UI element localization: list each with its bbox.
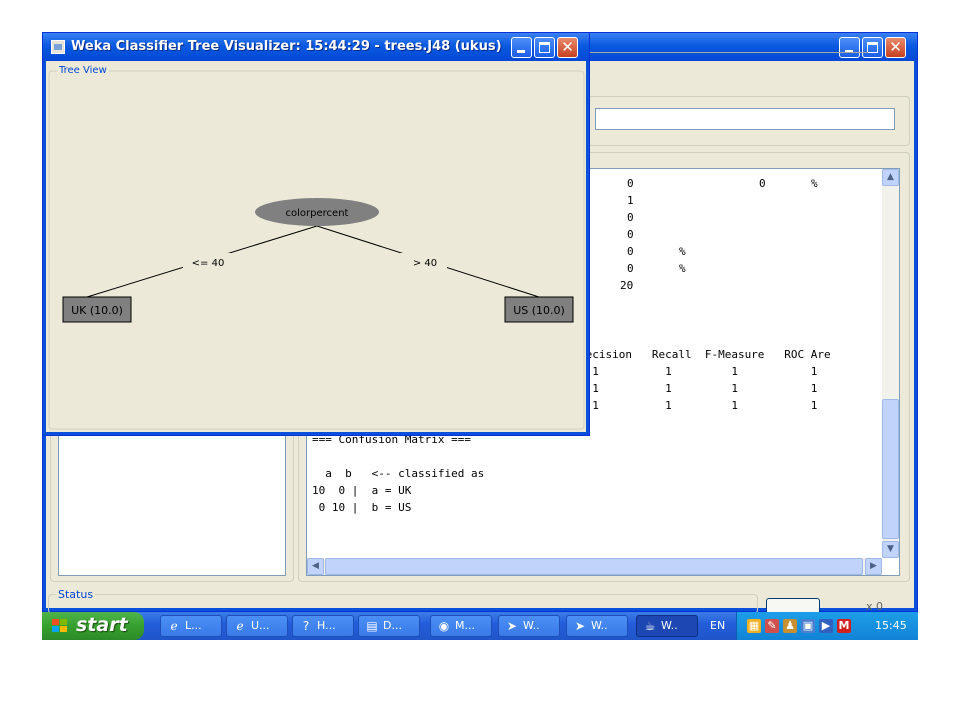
detail-header: recision Recall F-Measure ROC Are xyxy=(579,348,831,361)
clock[interactable]: 15:45 xyxy=(875,619,907,632)
minimize-button[interactable] xyxy=(839,37,860,58)
tab-strip-divider xyxy=(548,52,868,53)
maximize-button[interactable] xyxy=(862,37,883,58)
taskbar-button-active[interactable]: ☕ W.. xyxy=(636,615,698,637)
tray-user-icon[interactable]: ♟ xyxy=(783,619,797,633)
classifier-config-field[interactable] xyxy=(595,108,895,130)
output-value: 20 xyxy=(620,279,634,292)
leaf-node-left-label: UK (10.0) xyxy=(71,304,123,317)
output-value: 0 xyxy=(627,228,634,241)
chevron-left-icon: ◀ xyxy=(312,561,319,571)
vertical-scrollbar[interactable]: ▲ ▼ xyxy=(882,169,899,558)
taskbar-button-label: W.. xyxy=(591,619,608,632)
output-value: 0 xyxy=(759,177,766,190)
output-value: 0 xyxy=(627,245,634,258)
start-label: start xyxy=(76,614,128,636)
detail-row: 1 1 1 1 xyxy=(579,399,818,412)
taskbar-button-label: W.. xyxy=(523,619,540,632)
taskbar-button-label: L... xyxy=(185,619,202,632)
leaf-node-right-label: US (10.0) xyxy=(513,304,565,317)
taskbar-button-label: U... xyxy=(251,619,270,632)
help-icon: ? xyxy=(302,619,310,633)
taskbar-button-label: H... xyxy=(317,619,336,632)
output-percent: % xyxy=(679,262,686,275)
horizontal-scrollbar[interactable]: ◀ ▶ xyxy=(307,558,882,575)
vertical-scroll-thumb[interactable] xyxy=(882,399,899,539)
start-button[interactable]: start xyxy=(42,612,144,640)
confusion-matrix-row: 0 10 | b = US xyxy=(312,501,412,514)
chevron-up-icon: ▲ xyxy=(887,172,894,182)
taskbar-button-label: M... xyxy=(455,619,475,632)
tray-network-icon[interactable]: ▣ xyxy=(801,619,815,633)
taskbar-button-label: W.. xyxy=(661,619,678,632)
tree-visualizer-window: Weka Classifier Tree Visualizer: 15:44:2… xyxy=(42,32,590,436)
weka-bird-icon: ➤ xyxy=(574,619,586,633)
tree-view-label: Tree View xyxy=(57,65,109,76)
maximize-icon xyxy=(867,42,878,53)
output-value: 1 xyxy=(627,194,634,207)
horizontal-scroll-thumb[interactable] xyxy=(325,558,863,575)
output-percent: % xyxy=(811,177,818,190)
detail-row: 1 1 1 1 xyxy=(579,382,818,395)
ie-icon: ℯ xyxy=(236,619,244,633)
close-icon: ✕ xyxy=(889,38,902,56)
tree-view-canvas[interactable]: <= 40 > 40 colorpercent UK (10.0) US (10… xyxy=(43,33,591,437)
scroll-left-button[interactable]: ◀ xyxy=(307,558,324,575)
chevron-right-icon: ▶ xyxy=(870,561,877,571)
status-label: Status xyxy=(56,588,96,601)
language-indicator[interactable]: EN xyxy=(710,619,725,632)
tray-m-icon[interactable]: M xyxy=(837,619,851,633)
edge-label-right: > 40 xyxy=(413,258,437,269)
close-button[interactable]: ✕ xyxy=(885,37,906,58)
taskbar-button[interactable]: ➤ W.. xyxy=(498,615,560,637)
media-icon: ◉ xyxy=(438,619,450,633)
root-node-label: colorpercent xyxy=(286,208,349,219)
output-value: 0 xyxy=(627,177,634,190)
scroll-right-button[interactable]: ▶ xyxy=(865,558,882,575)
explorer-window-controls: ✕ xyxy=(839,37,906,58)
tray-player-icon[interactable]: ▶ xyxy=(819,619,833,633)
output-value: 0 xyxy=(627,262,634,275)
output-value: 0 xyxy=(627,211,634,224)
taskbar-button[interactable]: ◉ M... xyxy=(430,615,492,637)
tree-view-border xyxy=(48,70,585,430)
taskbar-button[interactable]: ▤ D... xyxy=(358,615,420,637)
taskbar-button[interactable]: ℯ L... xyxy=(160,615,222,637)
tray-app-icon[interactable]: ▦ xyxy=(747,619,761,633)
taskbar-button[interactable]: ℯ U... xyxy=(226,615,288,637)
taskbar-button[interactable]: ➤ W.. xyxy=(566,615,628,637)
output-percent: % xyxy=(679,245,686,258)
ie-icon: ℯ xyxy=(170,619,178,633)
scroll-down-button[interactable]: ▼ xyxy=(882,541,899,558)
detail-row: 1 1 1 1 xyxy=(579,365,818,378)
taskbar-button[interactable]: ? H... xyxy=(292,615,354,637)
taskbar-button-label: D... xyxy=(383,619,402,632)
status-group xyxy=(48,594,758,614)
weka-bird-icon: ➤ xyxy=(506,619,518,633)
edge-label-left: <= 40 xyxy=(192,258,225,269)
chevron-down-icon: ▼ xyxy=(887,544,894,554)
confusion-matrix-header: a b <-- classified as xyxy=(312,467,485,480)
windows-logo-icon xyxy=(52,619,68,633)
java-icon: ☕ xyxy=(644,619,656,633)
system-tray: ▦ ✎ ♟ ▣ ▶ M 15:45 xyxy=(736,612,918,640)
document-icon: ▤ xyxy=(366,619,378,633)
taskbar: start ℯ L... ℯ U... ? H... ▤ D... ◉ M...… xyxy=(42,612,918,640)
tray-security-icon[interactable]: ✎ xyxy=(765,619,779,633)
scroll-up-button[interactable]: ▲ xyxy=(882,169,899,186)
confusion-matrix-row: 10 0 | a = UK xyxy=(312,484,412,497)
result-list[interactable] xyxy=(58,434,286,576)
